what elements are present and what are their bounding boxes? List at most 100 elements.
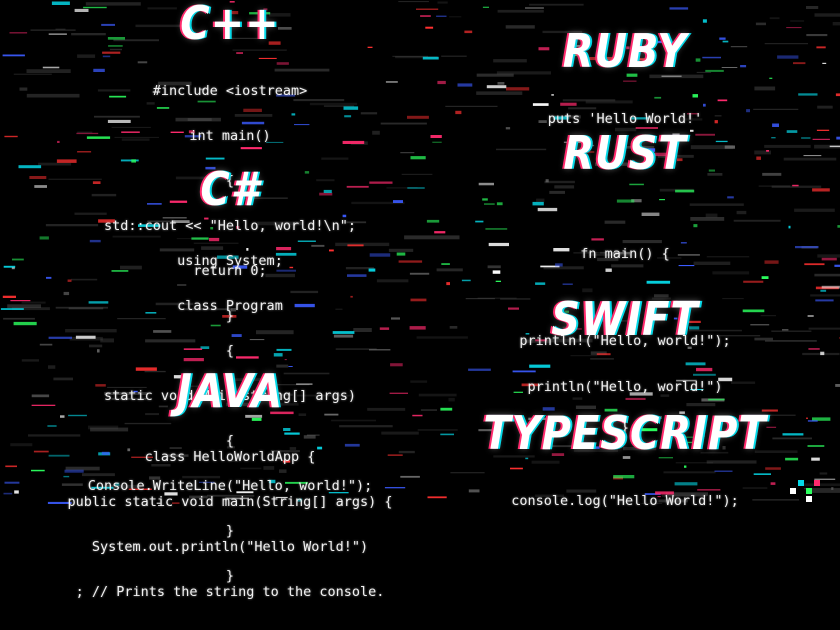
glitch-streak	[425, 27, 433, 29]
glitch-streak	[411, 299, 427, 302]
glitch-streak	[446, 282, 450, 285]
code-line: public static void main(String[] args) {	[20, 495, 440, 510]
glitch-streak	[12, 259, 24, 261]
glitch-streak	[482, 198, 488, 200]
glitch-streak	[10, 32, 28, 33]
glitch-streak	[46, 277, 51, 279]
glitch-streak	[411, 156, 426, 159]
swift-title: SWIFT	[500, 297, 750, 343]
noise-streak	[771, 331, 811, 332]
pixel-square	[798, 480, 804, 486]
noise-streak	[22, 302, 46, 304]
glitch-streak	[1, 308, 24, 310]
glitch-streak	[836, 137, 840, 140]
glitch-streak	[822, 258, 837, 261]
swift-section: SWIFT println("Hello, world!")	[500, 300, 750, 425]
glitch-streak	[808, 445, 825, 447]
glitch-streak	[808, 348, 819, 350]
glitch-streak	[750, 324, 769, 325]
glitch-streak	[14, 322, 37, 325]
glitch-streak	[464, 31, 472, 33]
glitch-streak	[813, 139, 830, 140]
glitch-streak	[436, 16, 446, 17]
glitch-streak	[806, 34, 827, 36]
glitch-streak	[441, 263, 450, 265]
glitch-streak	[399, 260, 423, 262]
glitch-streak	[822, 286, 840, 289]
glitch-streak	[792, 185, 798, 187]
glitch-streak	[762, 276, 769, 279]
glitch-streak	[801, 138, 810, 139]
glitch-streak	[5, 466, 17, 468]
noise-streak	[806, 6, 818, 9]
noise-streak	[815, 13, 840, 16]
glitch-streak	[434, 231, 445, 233]
noise-streak	[764, 145, 811, 148]
glitch-streak	[43, 67, 60, 69]
code-line: fn main() {	[500, 240, 750, 269]
glitch-streak	[670, 7, 689, 9]
glitch-streak	[831, 487, 833, 490]
glitch-streak	[40, 344, 53, 346]
glitch-streak	[407, 188, 424, 189]
glitch-streak	[423, 57, 439, 60]
glitch-streak	[525, 7, 544, 9]
noise-streak	[3, 318, 35, 320]
noise-streak	[398, 1, 429, 2]
glitch-streak	[483, 7, 489, 8]
glitch-streak	[771, 137, 775, 138]
glitch-streak	[769, 78, 772, 79]
code-line: println("Hello, world!")	[500, 380, 750, 395]
cpp-title: C++	[60, 1, 400, 47]
glitch-streak	[440, 408, 452, 411]
noise-streak	[14, 74, 52, 75]
glitch-streak	[806, 418, 808, 419]
noise-streak	[817, 106, 833, 109]
noise-streak	[466, 298, 495, 299]
noise-streak	[441, 56, 467, 58]
noise-streak	[417, 336, 468, 338]
code-line: System.out.println("Hello World!")	[20, 540, 440, 555]
noise-streak	[810, 294, 840, 296]
noise-streak	[402, 174, 433, 175]
code-line: #include <iostream>	[60, 84, 400, 99]
glitch-streak	[820, 290, 826, 292]
glitch-streak	[787, 130, 798, 133]
java-code: class HelloWorldApp { public static void…	[20, 420, 440, 630]
glitch-streak	[431, 135, 442, 138]
glitch-streak	[815, 299, 833, 301]
noise-streak	[759, 185, 790, 187]
glitch-streak	[765, 260, 779, 263]
glitch-streak	[468, 369, 491, 371]
glitch-streak	[771, 482, 776, 485]
typescript-title: TYPESCRIPT	[480, 411, 770, 457]
noise-streak	[754, 87, 775, 91]
glitch-streak	[835, 384, 840, 387]
glitch-streak	[836, 93, 840, 96]
glitch-streak	[766, 150, 769, 152]
glitch-streak	[416, 9, 438, 10]
noise-streak	[790, 21, 804, 22]
glitch-streak	[804, 263, 824, 265]
noise-streak	[809, 328, 840, 330]
typescript-section: TYPESCRIPT console.log("Hello World!");	[480, 414, 770, 539]
noise-streak	[449, 398, 455, 402]
glitch-streak	[811, 458, 820, 461]
glitch-streak	[793, 62, 805, 64]
glitch-streak	[14, 490, 19, 493]
glitch-streak	[777, 55, 798, 58]
noise-streak	[449, 16, 461, 17]
noise-streak	[833, 22, 840, 25]
noise-streak	[772, 438, 812, 440]
noise-streak	[754, 338, 773, 341]
code-line: console.log("Hello World!");	[480, 494, 770, 509]
glitch-streak	[703, 19, 707, 22]
noise-streak	[765, 43, 808, 44]
glitch-streak	[808, 315, 814, 316]
code-line: puts 'Hello World!'	[500, 112, 750, 127]
glitch-streak	[798, 93, 817, 95]
glitch-streak	[822, 63, 826, 64]
pixel-square	[806, 488, 812, 494]
glitch-streak	[410, 273, 429, 275]
noise-streak	[784, 158, 837, 161]
